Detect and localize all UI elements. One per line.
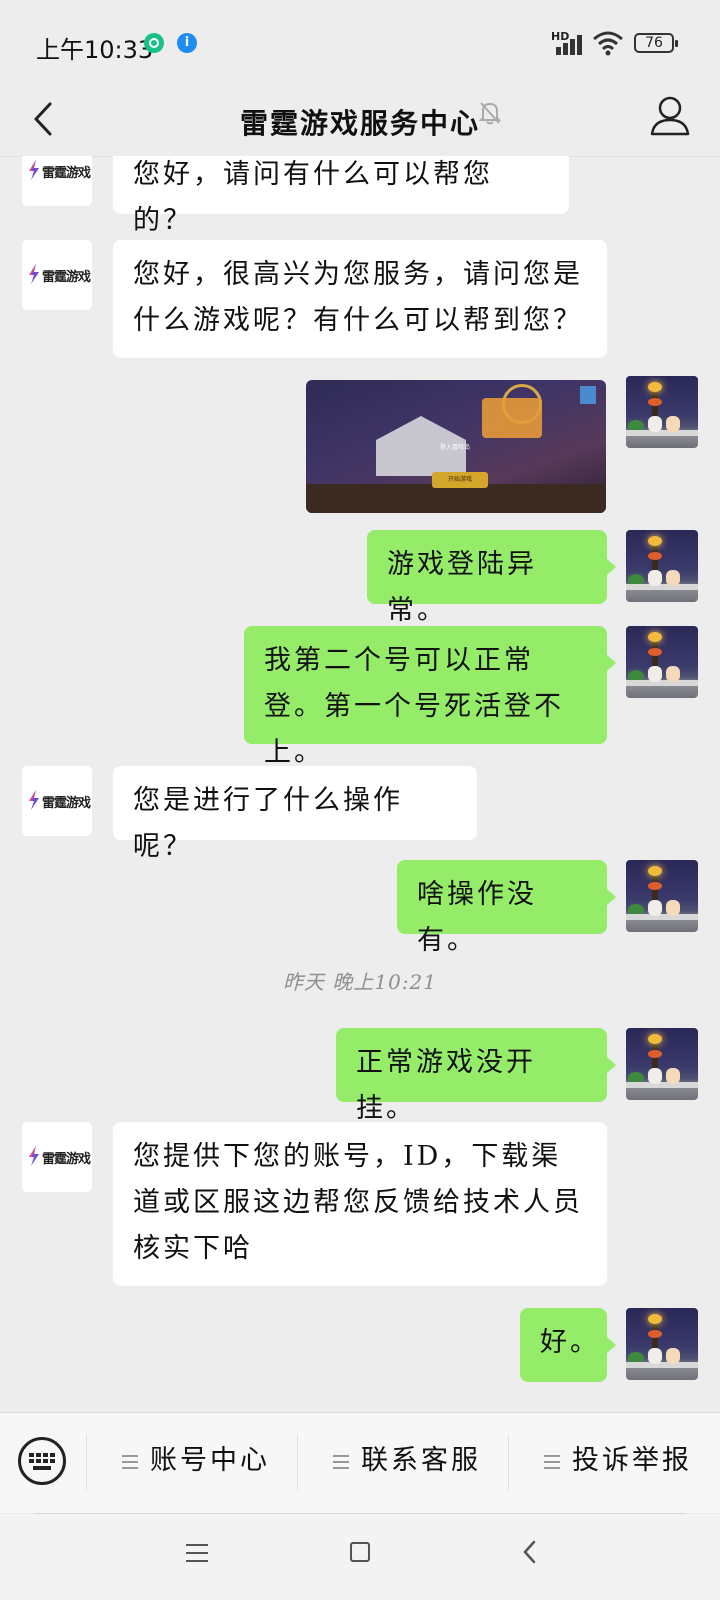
menu-contact-support[interactable]: 联系客服	[333, 1439, 481, 1483]
info-notification-icon: i	[177, 33, 197, 53]
thunder-games-logo: 雷霆游戏	[28, 264, 91, 285]
shield-notification-icon	[144, 33, 164, 53]
chat-timestamp: 昨天 晚上10:21	[283, 970, 437, 994]
message-bubble[interactable]: 您好，请问有什么可以帮您的？	[113, 156, 569, 236]
keyboard-toggle-icon[interactable]	[18, 1437, 66, 1485]
lightning-bolt-icon	[29, 790, 39, 810]
wifi-icon	[593, 31, 623, 56]
wechat-chat-screen: 上午10:33 i HD 76 雷霆游戏服务中心 雷霆游戏 您好，请问有什么可以…	[0, 0, 720, 1600]
lightning-bolt-icon	[29, 264, 39, 284]
service-avatar[interactable]: 雷霆游戏	[22, 240, 92, 310]
menu-label: 联系客服	[361, 1445, 481, 1476]
status-bar: 上午10:33 i HD 76	[0, 0, 720, 88]
thunder-games-logo: 雷霆游戏	[28, 790, 91, 811]
message-bubble[interactable]: 好。	[520, 1308, 616, 1382]
chat-header: 雷霆游戏服务中心	[0, 88, 720, 157]
user-avatar[interactable]	[626, 376, 698, 448]
menu-list-icon	[122, 1454, 138, 1469]
battery-icon: 76	[634, 33, 678, 53]
signal-icon	[556, 33, 586, 55]
back-arrow-icon[interactable]	[20, 94, 70, 144]
user-avatar[interactable]	[626, 1308, 698, 1380]
user-avatar[interactable]	[626, 1028, 698, 1100]
user-avatar[interactable]	[626, 530, 698, 602]
mute-bell-icon	[478, 102, 502, 125]
thunder-games-logo: 雷霆游戏	[28, 1146, 91, 1167]
screenshot-start-button: 开始游戏	[432, 472, 488, 488]
user-avatar[interactable]	[626, 626, 698, 698]
nav-back-icon[interactable]	[518, 1538, 542, 1566]
menu-separator	[297, 1435, 298, 1491]
message-bubble[interactable]: 您好，很高兴为您服务，请问您是什么游戏呢？有什么可以帮到您？	[113, 240, 607, 358]
menu-account-center[interactable]: 账号中心	[122, 1439, 270, 1483]
lightning-bolt-icon	[29, 160, 39, 180]
chat-message-list[interactable]: 雷霆游戏 您好，请问有什么可以帮您的？ 雷霆游戏 您好，很高兴为您服务，请问您是…	[0, 156, 720, 1412]
home-square-icon[interactable]	[350, 1542, 370, 1562]
menu-label: 投诉举报	[572, 1445, 692, 1476]
system-navigation-bar	[0, 1514, 720, 1600]
message-bubble[interactable]: 正常游戏没开挂。	[336, 1028, 616, 1124]
chat-info-person-icon[interactable]	[648, 92, 692, 142]
menu-separator	[508, 1435, 509, 1491]
service-avatar[interactable]: 雷霆游戏	[22, 1122, 92, 1192]
thunder-games-logo: 雷霆游戏	[28, 160, 91, 181]
status-time: 上午10:33	[36, 36, 154, 64]
message-bubble[interactable]: 啥操作没有。	[397, 860, 616, 956]
menu-list-icon	[544, 1454, 560, 1469]
game-logo	[482, 398, 542, 438]
menu-complaint-report[interactable]: 投诉举报	[544, 1439, 692, 1483]
menu-label: 账号中心	[150, 1445, 270, 1476]
chat-title: 雷霆游戏服务中心	[239, 107, 480, 140]
message-bubble[interactable]: 我第二个号可以正常登。第一个号死活登不上。	[244, 626, 616, 768]
menu-separator	[86, 1435, 87, 1491]
menu-list-icon	[333, 1454, 349, 1469]
user-avatar[interactable]	[626, 860, 698, 932]
service-avatar[interactable]: 雷霆游戏	[22, 766, 92, 836]
service-menu-bar: 账号中心 联系客服 投诉举报	[0, 1412, 720, 1513]
message-bubble[interactable]: 您是进行了什么操作呢？	[113, 766, 477, 862]
message-bubble[interactable]: 游戏登陆异常。	[367, 530, 616, 626]
screenshot-caption: 登入冒险岛	[440, 444, 471, 451]
game-screenshot-image[interactable]: 登入冒险岛 开始游戏	[306, 380, 606, 513]
message-bubble[interactable]: 您提供下您的账号，ID，下载渠道或区服这边帮您反馈给技术人员核实下哈	[113, 1122, 607, 1286]
header-title-wrap: 雷霆游戏服务中心	[200, 102, 520, 142]
qr-code	[580, 386, 596, 404]
service-avatar[interactable]: 雷霆游戏	[22, 156, 92, 206]
recent-apps-icon[interactable]	[186, 1544, 208, 1562]
lightning-bolt-icon	[29, 1146, 39, 1166]
scene-ground	[306, 484, 606, 513]
